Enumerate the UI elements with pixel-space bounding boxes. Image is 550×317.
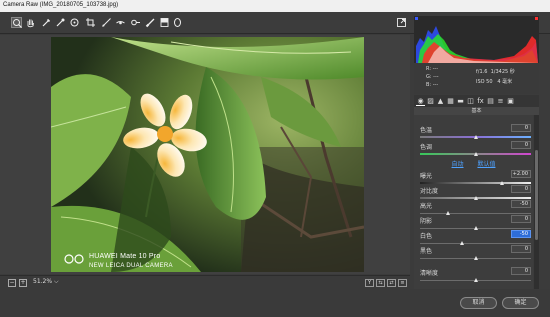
fullscreen-icon[interactable]	[396, 17, 407, 28]
spot-removal-tool-icon[interactable]	[115, 17, 126, 28]
slider-label: 阴影	[420, 218, 433, 225]
tone-curve-tab-icon[interactable]: ▨	[426, 96, 435, 106]
slider-track[interactable]	[420, 182, 531, 184]
slider-value[interactable]: 0	[511, 185, 531, 193]
slider-label: 白色	[420, 233, 433, 240]
slider-label: 清晰度	[420, 270, 439, 277]
slider-label: 色温	[420, 127, 433, 134]
info-readout: R: --- G: --- B: --- f/1.6 1/3425 秒 ISO …	[414, 64, 539, 94]
iso-value: ISO 50	[476, 79, 493, 85]
highlight-clipping-indicator[interactable]	[535, 17, 538, 20]
before-after-button[interactable]: Y	[365, 279, 374, 287]
slider-value[interactable]: 0	[511, 215, 531, 223]
g-label: G:	[426, 74, 432, 80]
leica-logo-icon	[64, 254, 84, 264]
view-settings-button[interactable]: ≡	[398, 279, 407, 287]
window-title: Camera Raw (IMG_20180705_103738.jpg)	[3, 2, 119, 8]
slider-value[interactable]: 0	[511, 245, 531, 253]
slider-label: 黑色	[420, 248, 433, 255]
b-label: B:	[426, 82, 432, 88]
aperture-value: f/1.6	[476, 69, 488, 75]
detail-tab-icon[interactable]: ▲	[436, 96, 445, 106]
slider-tint[interactable]: 色调 0	[414, 141, 533, 159]
slider-thumb[interactable]	[473, 278, 478, 282]
zoom-tool-icon[interactable]	[11, 17, 22, 28]
r-label: R:	[426, 66, 432, 72]
slider-label: 色调	[420, 144, 433, 151]
zoom-level[interactable]: 51.2% ⌵	[33, 278, 59, 286]
slider-value[interactable]: 0	[511, 267, 531, 275]
effects-tab-icon[interactable]: fx	[476, 96, 485, 106]
watermark-camera: NEW LEICA DUAL CAMERA	[89, 263, 173, 269]
default-link[interactable]: 默认值	[477, 161, 495, 168]
b-value: ---	[432, 82, 439, 88]
graduated-filter-tool-icon[interactable]	[159, 17, 170, 28]
auto-default-links: 自动 默认值	[414, 159, 533, 169]
panel-tabs: ◉ ▨ ▲ ▦ ▬ ◫ fx ▤ ≡ ▣	[414, 95, 539, 107]
g-value: ---	[433, 74, 439, 80]
zoom-in-button[interactable]: +	[19, 279, 27, 287]
slider-value[interactable]: 0	[511, 124, 531, 132]
targeted-adjustment-tool-icon[interactable]	[69, 17, 80, 28]
zoom-dropdown-icon[interactable]: ⌵	[54, 278, 59, 285]
presets-tab-icon[interactable]: ≡	[496, 96, 505, 106]
slider-value[interactable]: +2.00	[511, 170, 531, 178]
basic-tab-icon[interactable]: ◉	[416, 96, 425, 106]
basic-panel: 色温 0 色调 0 自动 默认值 曝光 +2.00 对比度 0 高光 -50 阴…	[414, 115, 533, 289]
photo-image	[51, 37, 364, 272]
calibration-tab-icon[interactable]: ▤	[486, 96, 495, 106]
slider-track[interactable]	[420, 243, 531, 244]
slider-label: 对比度	[420, 188, 439, 195]
watermark-device: HUAWEI Mate 10 Pro	[89, 253, 161, 260]
slider-label: 曝光	[420, 173, 433, 180]
panel-scroll-thumb[interactable]	[535, 150, 538, 240]
radial-filter-tool-icon[interactable]	[172, 17, 183, 28]
slider-value[interactable]: -50	[511, 230, 531, 238]
panel-title: 基本	[414, 107, 539, 115]
color-sampler-tool-icon[interactable]	[55, 17, 66, 28]
slider-thumb[interactable]	[473, 256, 478, 260]
title-bar: Camera Raw (IMG_20180705_103738.jpg)	[0, 0, 550, 12]
slider-label: 高光	[420, 203, 433, 210]
swap-button[interactable]: ⇆	[376, 279, 385, 287]
slider-track[interactable]	[420, 213, 531, 214]
slider-temperature[interactable]: 色温 0	[414, 124, 533, 142]
auto-link[interactable]: 自动	[452, 161, 464, 168]
ok-button[interactable]: 确定	[502, 297, 539, 309]
shutter-value: 1/3425 秒	[490, 69, 515, 75]
cancel-button[interactable]: 取消	[460, 297, 497, 309]
histogram	[414, 16, 539, 63]
adjustment-brush-tool-icon[interactable]	[145, 17, 156, 28]
slider-thumb[interactable]	[473, 152, 478, 156]
copy-settings-button[interactable]: ⇄	[387, 279, 396, 287]
straighten-tool-icon[interactable]	[101, 17, 112, 28]
photo-preview[interactable]: HUAWEI Mate 10 Pro NEW LEICA DUAL CAMERA	[51, 37, 364, 272]
zoom-out-button[interactable]: −	[8, 279, 16, 287]
preview-statusbar: − + 51.2% ⌵ Y ⇆ ⇄ ≡	[0, 275, 410, 289]
red-eye-tool-icon[interactable]	[130, 17, 141, 28]
slider-clarity[interactable]: 清晰度 0	[414, 267, 533, 285]
slider-thumb[interactable]	[473, 135, 478, 139]
hsl-tab-icon[interactable]: ▦	[446, 96, 455, 106]
slider-blacks[interactable]: 黑色 0	[414, 245, 533, 263]
slider-value[interactable]: 0	[511, 141, 531, 149]
lens-tab-icon[interactable]: ◫	[466, 96, 475, 106]
snapshots-tab-icon[interactable]: ▣	[506, 96, 515, 106]
slider-value[interactable]: -50	[511, 200, 531, 208]
split-toning-tab-icon[interactable]: ▬	[456, 96, 465, 106]
crop-tool-icon[interactable]	[85, 17, 96, 28]
white-balance-tool-icon[interactable]	[41, 17, 52, 28]
shadow-clipping-indicator[interactable]	[415, 17, 418, 20]
r-value: ---	[432, 66, 439, 72]
hand-tool-icon[interactable]	[25, 17, 36, 28]
focal-length-value: 4 毫米	[497, 79, 513, 85]
